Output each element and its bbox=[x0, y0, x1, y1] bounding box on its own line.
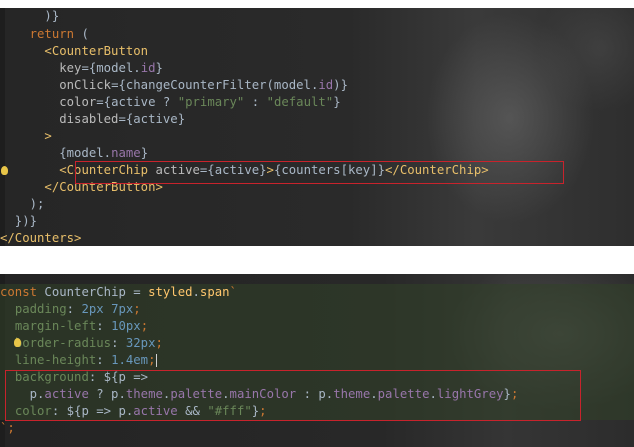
code-line-close-map[interactable]: })} bbox=[0, 213, 37, 230]
code-line-key-prop[interactable]: key={model.id} bbox=[0, 60, 163, 77]
code-editor-panel-jsx[interactable]: )} return ( <CounterButton key={model.id… bbox=[0, 8, 634, 246]
code-line-line-height[interactable]: line-height: 1.4em; bbox=[0, 352, 634, 369]
code-line-disabled-prop[interactable]: disabled={active} bbox=[0, 111, 185, 128]
text-cursor bbox=[155, 354, 157, 367]
code-editor-panel-styled[interactable]: const CounterChip = styled.span` padding… bbox=[0, 274, 634, 447]
intention-bulb-icon[interactable] bbox=[1, 166, 8, 175]
code-line-const-counterchip[interactable]: const CounterChip = styled.span` bbox=[0, 284, 634, 301]
code-line-counters-close[interactable]: </Counters> bbox=[0, 230, 81, 246]
code-line-border-radius[interactable]: border-radius: 32px; bbox=[0, 335, 634, 352]
intention-bulb-icon[interactable] bbox=[14, 338, 21, 347]
code-line-template-end[interactable]: `; bbox=[0, 420, 15, 437]
code-line-onclick-prop[interactable]: onClick={changeCounterFilter(model.id)} bbox=[0, 77, 348, 94]
code-line-close-paren[interactable]: ); bbox=[0, 196, 45, 213]
highlight-box-background-color bbox=[5, 370, 581, 421]
code-line-color-prop[interactable]: color={active ? "primary" : "default"} bbox=[0, 94, 340, 111]
code-line-1[interactable]: )} bbox=[0, 8, 67, 25]
code-line-tag-close[interactable]: > bbox=[0, 128, 51, 145]
code-line-counterbutton-open[interactable]: <CounterButton bbox=[0, 43, 148, 60]
code-line-return[interactable]: return ( bbox=[0, 26, 89, 43]
code-line-margin-left[interactable]: margin-left: 10px; bbox=[0, 318, 634, 335]
highlight-box-counterchip bbox=[75, 161, 564, 184]
code-line-padding[interactable]: padding: 2px 7px; bbox=[0, 301, 634, 318]
code-line-model-name[interactable]: {model.name} bbox=[0, 145, 148, 162]
